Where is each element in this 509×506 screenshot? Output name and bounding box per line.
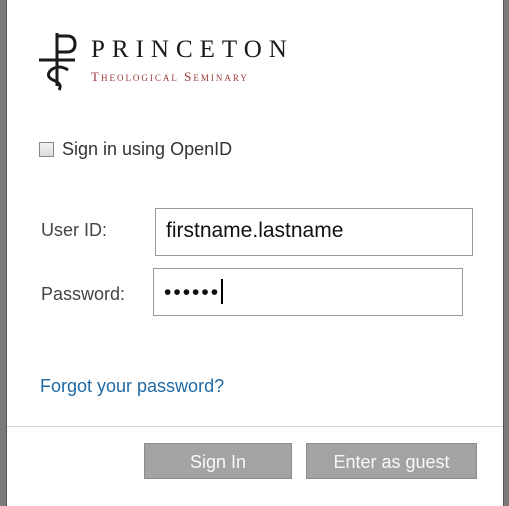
forgot-password-link[interactable]: Forgot your password? bbox=[40, 376, 224, 397]
divider bbox=[7, 426, 503, 427]
user-id-field[interactable]: firstname.lastname bbox=[155, 208, 473, 256]
openid-label: Sign in using OpenID bbox=[62, 139, 233, 159]
user-id-value: firstname.lastname bbox=[166, 219, 344, 242]
princeton-seminary-logo: PRINCETON Theological Seminary bbox=[35, 30, 355, 100]
seminary-monogram-icon bbox=[39, 33, 77, 91]
password-label: Password: bbox=[41, 284, 126, 304]
text-cursor bbox=[221, 279, 224, 304]
login-panel: PRINCETON Theological Seminary Sign in u… bbox=[6, 0, 504, 506]
password-field[interactable]: •••••• bbox=[153, 268, 463, 316]
logo-title: PRINCETON bbox=[91, 36, 294, 63]
openid-option[interactable]: Sign in using OpenID bbox=[39, 139, 232, 160]
openid-checkbox[interactable] bbox=[39, 142, 54, 157]
sign-in-button[interactable]: Sign In bbox=[144, 443, 292, 479]
logo-subtitle: Theological Seminary bbox=[91, 69, 249, 84]
enter-as-guest-button[interactable]: Enter as guest bbox=[306, 443, 477, 479]
user-id-label: User ID: bbox=[41, 220, 108, 240]
password-value: •••••• bbox=[164, 281, 221, 304]
